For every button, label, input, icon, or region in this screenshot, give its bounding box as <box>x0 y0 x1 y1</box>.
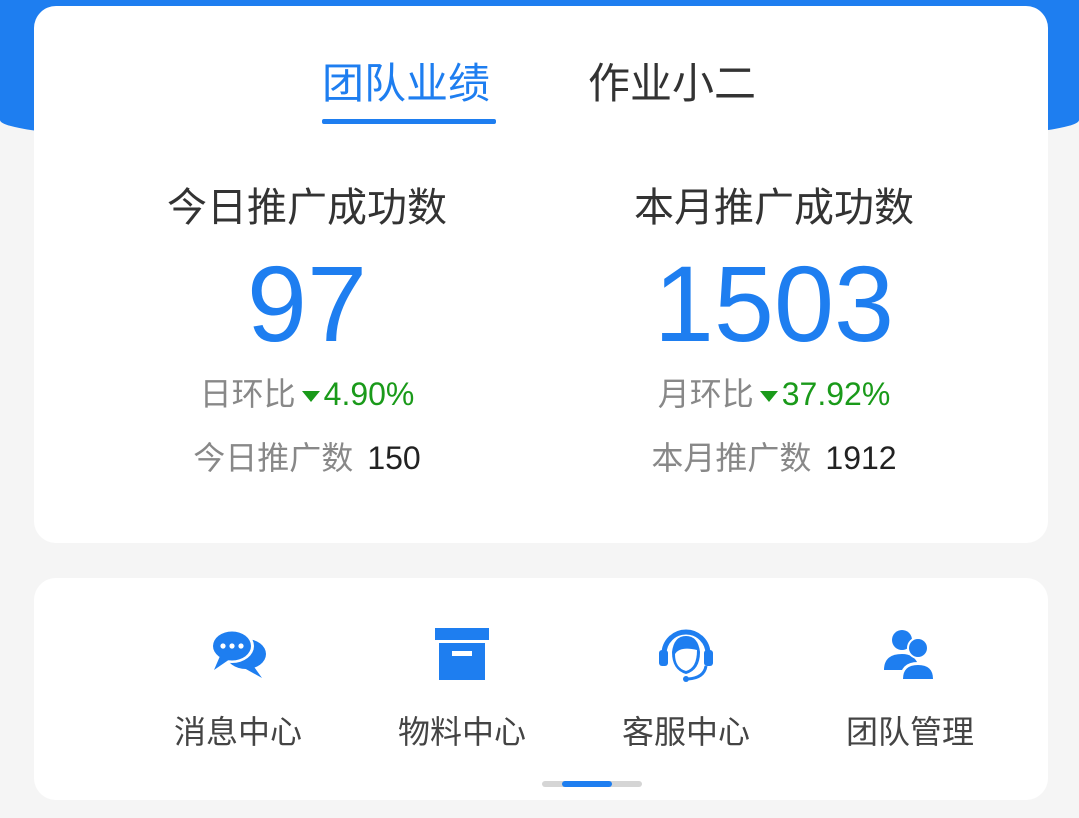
month-count-value: 1912 <box>825 440 897 476</box>
menu-item-label: 客服中心 <box>621 713 750 751</box>
month-success-title: 本月推广成功数 <box>634 185 914 231</box>
month-success-value: 1503 <box>653 243 895 364</box>
month-ratio-label: 月环比 <box>657 375 754 413</box>
chat-bubbles-icon <box>210 629 266 678</box>
month-ratio: 月环比 37.92% <box>584 372 964 416</box>
month-stats: 本月推广成功数 1503 月环比 37.92% 本月推广数 1912 <box>584 6 964 543</box>
menu-page-indicator-thumb <box>562 781 612 787</box>
today-ratio-label: 日环比 <box>199 375 296 413</box>
menu-item-label: 消息中心 <box>173 713 302 751</box>
function-menu[interactable]: 式 消息中心 物料中心 <box>34 578 1048 800</box>
menu-item-label: 式 <box>34 710 79 754</box>
team-users-icon <box>884 630 936 680</box>
menu-item-material-center[interactable]: 物料中心 <box>362 578 562 800</box>
today-ratio-value: 4.90% <box>323 376 415 412</box>
today-stats: 今日推广成功数 97 日环比 4.90% 今日推广数 150 <box>117 6 497 543</box>
menu-page-indicator[interactable] <box>542 781 642 787</box>
menu-item-message-center[interactable]: 消息中心 <box>138 578 338 800</box>
menu-item-partial[interactable]: 式 <box>34 578 79 800</box>
today-success-value: 97 <box>246 243 368 364</box>
menu-item-label: 团队管理 <box>845 713 974 751</box>
today-count: 今日推广数 150 <box>117 436 497 480</box>
month-count-label: 本月推广数 <box>651 439 812 477</box>
headset-agent-icon <box>659 629 713 682</box>
today-count-value: 150 <box>367 440 421 476</box>
today-count-label: 今日推广数 <box>193 439 354 477</box>
down-arrow-icon <box>301 390 320 402</box>
today-ratio: 日环比 4.90% <box>117 372 497 416</box>
down-arrow-icon <box>759 390 778 402</box>
month-count: 本月推广数 1912 <box>584 436 964 480</box>
archive-box-icon <box>435 628 489 680</box>
today-success-title: 今日推广成功数 <box>167 185 447 231</box>
month-ratio-value: 37.92% <box>781 376 891 412</box>
performance-card: 团队业绩 作业小二 今日推广成功数 97 日环比 4.90% 今日推广数 150 本… <box>34 6 1048 543</box>
menu-item-team-management[interactable]: 团队管理 <box>810 578 1010 800</box>
menu-item-label: 物料中心 <box>397 713 526 751</box>
menu-item-customer-service[interactable]: 客服中心 <box>586 578 786 800</box>
